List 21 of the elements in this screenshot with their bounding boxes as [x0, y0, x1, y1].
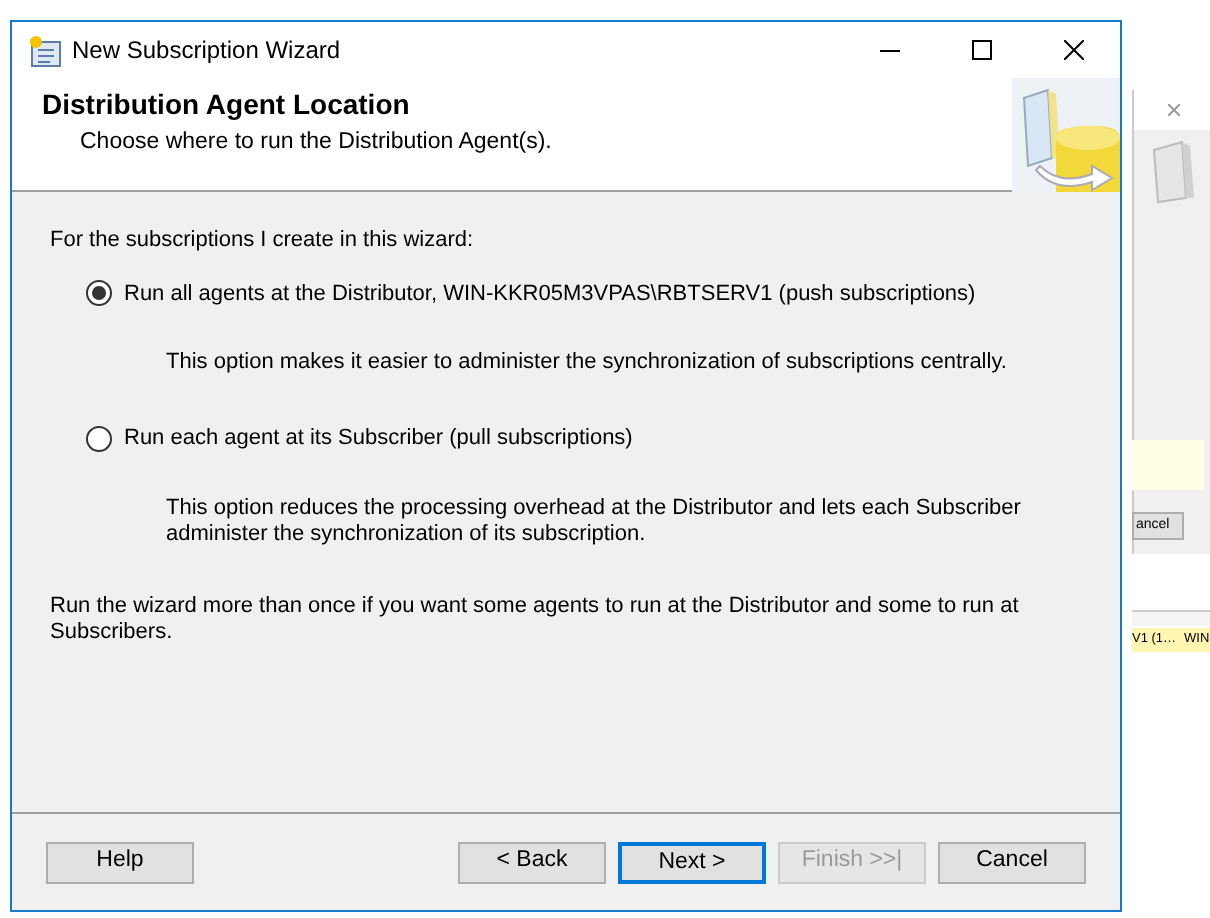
wizard-button[interactable]: < Back	[458, 841, 606, 883]
page-title: Distribution Agent Location	[42, 86, 412, 124]
note-text: Run the wizard more than once if you want some agents to run at the Distributor and some to run at Subscribers.	[50, 593, 1021, 645]
column-header	[1132, 610, 1210, 626]
option-label[interactable]: Run each agent at its Subscriber (pull subscriptions)	[124, 422, 633, 455]
maximize-icon	[972, 40, 992, 60]
wizard-icon	[28, 33, 64, 67]
close-icon	[1064, 40, 1084, 60]
wizard-button[interactable]: Help	[46, 841, 194, 883]
close-icon[interactable]	[1167, 104, 1179, 116]
window-title: New Subscription Wizard	[72, 34, 341, 68]
radio-button[interactable]	[86, 280, 112, 307]
wizard-button[interactable]: Cancel	[938, 841, 1086, 883]
wizard-button[interactable]: Next >	[618, 841, 766, 883]
page-subtitle: Choose where to run the Distribution Agent(s).	[80, 128, 554, 158]
radio-button[interactable]	[86, 425, 112, 452]
text-area	[1132, 440, 1204, 490]
option-label[interactable]: Run all agents at the Distributor, WIN-KKR05M3VPAS\RBTSERV1 (push subscriptions)	[124, 277, 976, 310]
option-description: This option makes it easier to administer the synchronization of subscriptions centrally.	[166, 350, 1009, 376]
option-description: This option reduces the processing overhead at the Distributor and lets each Subscriber administer the synchronization of its subscription.	[166, 495, 1023, 547]
intro-text: For the subscriptions I create in this wizard:	[50, 226, 476, 256]
